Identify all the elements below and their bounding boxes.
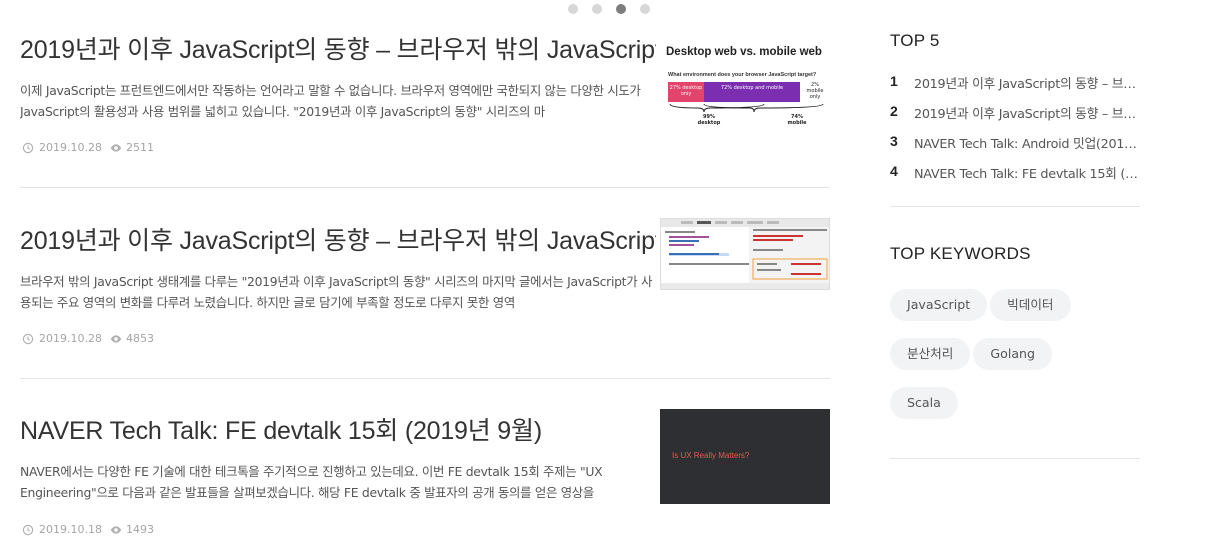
top5-rank: 2 bbox=[890, 103, 898, 119]
top5-title[interactable]: NAVER Tech Talk: FE devtalk 15회 (2019년 9… bbox=[914, 163, 1138, 182]
clock-icon bbox=[22, 142, 34, 154]
post-date: 2019.10.28 bbox=[39, 332, 102, 345]
thumbnail-chart-bar: 27% desktop only 72% desktop and mobile bbox=[668, 82, 800, 102]
top5-rank: 1 bbox=[890, 73, 898, 89]
top5-item[interactable]: 4 NAVER Tech Talk: FE devtalk 15회 (2019년… bbox=[890, 163, 1138, 193]
post-divider bbox=[20, 378, 830, 379]
sidebar-divider bbox=[890, 458, 1140, 459]
top5-list: 1 2019년과 이후 JavaScript의 동향 – 브라우저 밖의 Jav… bbox=[890, 73, 1138, 193]
post-meta: 2019.10.18 1493 bbox=[22, 523, 154, 536]
post-date: 2019.10.28 bbox=[39, 141, 102, 154]
thumbnail-braces bbox=[669, 104, 824, 113]
clock-icon bbox=[22, 333, 34, 345]
post-title[interactable]: 2019년과 이후 JavaScript의 동향 – 브라우저 밖의 JavaS… bbox=[20, 221, 656, 257]
post-views: 2511 bbox=[125, 141, 154, 154]
post-description: 이제 JavaScript는 프런트엔드에서만 작동하는 언어라고 말할 수 없… bbox=[20, 83, 641, 119]
thumbnail-label-mobile: 74% mobile bbox=[787, 114, 807, 126]
post-views: 1493 bbox=[125, 523, 154, 536]
thumbnail-segment-both: 72% desktop and mobile bbox=[704, 82, 800, 102]
post-description: NAVER에서는 다양한 FE 기술에 대한 테크톡을 주기적으로 진행하고 있… bbox=[20, 464, 603, 500]
carousel-dot-1[interactable] bbox=[568, 4, 578, 14]
keyword-tag[interactable]: 분산처리 bbox=[890, 338, 971, 370]
post-meta: 2019.10.28 4853 bbox=[22, 332, 154, 345]
post-thumbnail[interactable]: Desktop web vs. mobile web What environm… bbox=[660, 32, 830, 144]
eye-icon bbox=[110, 142, 122, 154]
keyword-tag[interactable]: Golang bbox=[973, 338, 1053, 370]
top5-item[interactable]: 2 2019년과 이후 JavaScript의 동향 – 브라우저 밖의 Jav… bbox=[890, 103, 1138, 133]
eye-icon bbox=[110, 524, 122, 536]
keyword-tag[interactable]: JavaScript bbox=[890, 289, 988, 321]
post-thumbnail[interactable] bbox=[660, 218, 830, 290]
carousel-dots bbox=[568, 4, 650, 14]
thumbnail-segment-mobile: 2% mobile only bbox=[806, 82, 824, 100]
top5-item[interactable]: 3 NAVER Tech Talk: Android 밋업(2019년 9월) bbox=[890, 133, 1138, 163]
devtools-screenshot bbox=[661, 219, 829, 289]
top5-title[interactable]: 2019년과 이후 JavaScript의 동향 – 브라우저 밖의 JavaS… bbox=[914, 73, 1138, 92]
thumbnail-slide-text: Is UX Really Matters? bbox=[672, 451, 750, 460]
top5-title[interactable]: 2019년과 이후 JavaScript의 동향 – 브라우저 밖의 JavaS… bbox=[914, 103, 1138, 122]
sidebar-divider bbox=[890, 206, 1140, 207]
keyword-list: JavaScript 빅데이터 분산처리 Golang Scala bbox=[890, 289, 1140, 436]
top5-item[interactable]: 1 2019년과 이후 JavaScript의 동향 – 브라우저 밖의 Jav… bbox=[890, 73, 1138, 103]
thumbnail-chart-title: Desktop web vs. mobile web bbox=[666, 46, 822, 58]
top5-rank: 4 bbox=[890, 163, 898, 179]
keyword-tag[interactable]: 빅데이터 bbox=[990, 289, 1071, 321]
top5-rank: 3 bbox=[890, 133, 898, 149]
post-divider bbox=[20, 187, 830, 188]
post-description: 브라우저 밖의 JavaScript 생태계를 다루는 "2019년과 이후 J… bbox=[20, 274, 653, 310]
top5-heading: TOP 5 bbox=[890, 31, 940, 50]
post-title[interactable]: 2019년과 이후 JavaScript의 동향 – 브라우저 밖의 JavaS… bbox=[20, 30, 656, 66]
keywords-heading: TOP KEYWORDS bbox=[890, 244, 1031, 263]
carousel-dot-3-active[interactable] bbox=[616, 4, 626, 14]
eye-icon bbox=[110, 333, 122, 345]
thumbnail-chart-question: What environment does your browser JavaS… bbox=[668, 72, 817, 78]
post-views: 4853 bbox=[125, 332, 154, 345]
thumbnail-segment-desktop: 27% desktop only bbox=[668, 82, 704, 102]
keyword-tag[interactable]: Scala bbox=[890, 387, 958, 419]
clock-icon bbox=[22, 524, 34, 536]
post-title[interactable]: NAVER Tech Talk: FE devtalk 15회 (2019년 9… bbox=[20, 411, 656, 447]
carousel-dot-2[interactable] bbox=[592, 4, 602, 14]
top5-title[interactable]: NAVER Tech Talk: Android 밋업(2019년 9월) bbox=[914, 133, 1138, 152]
thumbnail-label-desktop: 99% desktop bbox=[697, 114, 721, 126]
post-meta: 2019.10.28 2511 bbox=[22, 141, 154, 154]
post-date: 2019.10.18 bbox=[39, 523, 102, 536]
post-thumbnail[interactable]: Is UX Really Matters? bbox=[660, 409, 830, 504]
carousel-dot-4[interactable] bbox=[640, 4, 650, 14]
